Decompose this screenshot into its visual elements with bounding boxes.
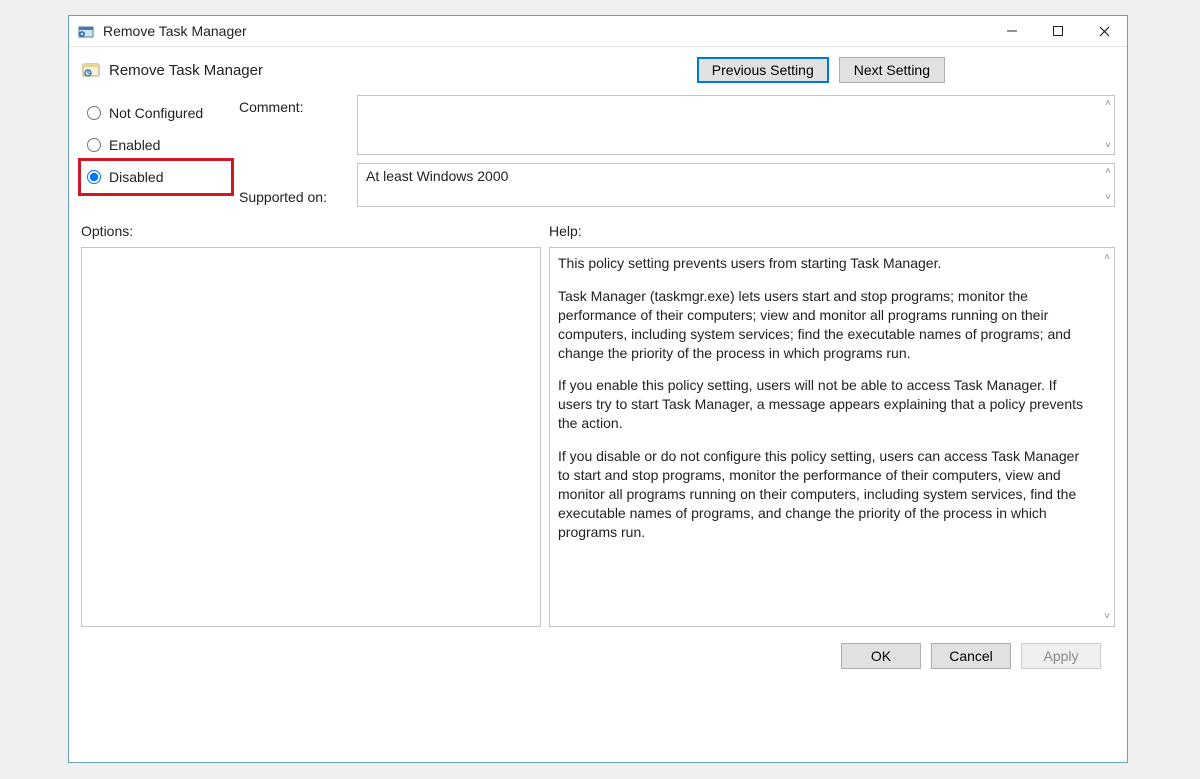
radio-disabled[interactable]: Disabled <box>81 161 231 193</box>
policy-dialog: Remove Task Manager Remove Task Manager <box>68 15 1128 763</box>
supported-field-wrap: At least Windows 2000 ˄ ˅ <box>357 163 1115 207</box>
next-setting-button[interactable]: Next Setting <box>839 57 945 83</box>
radio-not-configured-input[interactable] <box>87 106 101 120</box>
radio-enabled-label: Enabled <box>109 137 160 153</box>
help-label: Help: <box>549 223 1115 239</box>
radio-disabled-label: Disabled <box>109 169 163 185</box>
policy-name: Remove Task Manager <box>109 62 697 79</box>
help-scroll: ˄ ˅ <box>1104 252 1110 622</box>
scroll-up-icon[interactable]: ˄ <box>1104 252 1110 263</box>
nav-buttons: Previous Setting Next Setting <box>697 57 945 83</box>
config-area: Not Configured Enabled Disabled Comment:… <box>69 89 1127 207</box>
titlebar: Remove Task Manager <box>69 16 1127 47</box>
header-row: Remove Task Manager Previous Setting Nex… <box>69 47 1127 89</box>
help-paragraph: If you disable or do not configure this … <box>558 447 1090 541</box>
maximize-button[interactable] <box>1035 16 1081 46</box>
comment-field[interactable] <box>357 95 1115 155</box>
radio-enabled[interactable]: Enabled <box>81 129 231 161</box>
supported-scroll: ˄ ˅ <box>1105 167 1111 203</box>
scroll-down-icon[interactable]: ˅ <box>1105 141 1111 151</box>
scroll-down-icon[interactable]: ˅ <box>1104 611 1110 622</box>
panes: This policy setting prevents users from … <box>69 241 1127 637</box>
help-paragraph: If you enable this policy setting, users… <box>558 376 1090 433</box>
previous-setting-button[interactable]: Previous Setting <box>697 57 829 83</box>
window-controls <box>989 16 1127 46</box>
radio-disabled-input[interactable] <box>87 170 101 184</box>
help-pane: This policy setting prevents users from … <box>549 247 1115 627</box>
scroll-down-icon[interactable]: ˅ <box>1105 193 1111 203</box>
comment-scroll: ˄ ˅ <box>1105 99 1111 151</box>
footer-buttons: OK Cancel Apply <box>69 637 1127 681</box>
policy-template-icon <box>81 60 101 80</box>
options-label: Options: <box>81 223 549 239</box>
radio-not-configured-label: Not Configured <box>109 105 203 121</box>
policy-icon <box>77 22 95 40</box>
state-radios: Not Configured Enabled Disabled <box>81 95 231 193</box>
field-labels: Comment: Supported on: <box>239 95 349 205</box>
minimize-button[interactable] <box>989 16 1035 46</box>
apply-button[interactable]: Apply <box>1021 643 1101 669</box>
supported-on-value: At least Windows 2000 <box>366 168 508 184</box>
scroll-up-icon[interactable]: ˄ <box>1105 99 1111 109</box>
cancel-button[interactable]: Cancel <box>931 643 1011 669</box>
options-pane <box>81 247 541 627</box>
radio-not-configured[interactable]: Not Configured <box>81 97 231 129</box>
comment-label: Comment: <box>239 95 349 171</box>
scroll-up-icon[interactable]: ˄ <box>1105 167 1111 177</box>
supported-on-label: Supported on: <box>239 171 349 205</box>
help-paragraph: This policy setting prevents users from … <box>558 254 1090 273</box>
supported-on-field: At least Windows 2000 <box>357 163 1115 207</box>
field-inputs: ˄ ˅ At least Windows 2000 ˄ ˅ <box>357 95 1115 207</box>
close-button[interactable] <box>1081 16 1127 46</box>
pane-labels: Options: Help: <box>69 207 1127 241</box>
comment-field-wrap: ˄ ˅ <box>357 95 1115 155</box>
help-paragraph: Task Manager (taskmgr.exe) lets users st… <box>558 287 1090 363</box>
window-title: Remove Task Manager <box>103 23 989 39</box>
ok-button[interactable]: OK <box>841 643 921 669</box>
radio-enabled-input[interactable] <box>87 138 101 152</box>
